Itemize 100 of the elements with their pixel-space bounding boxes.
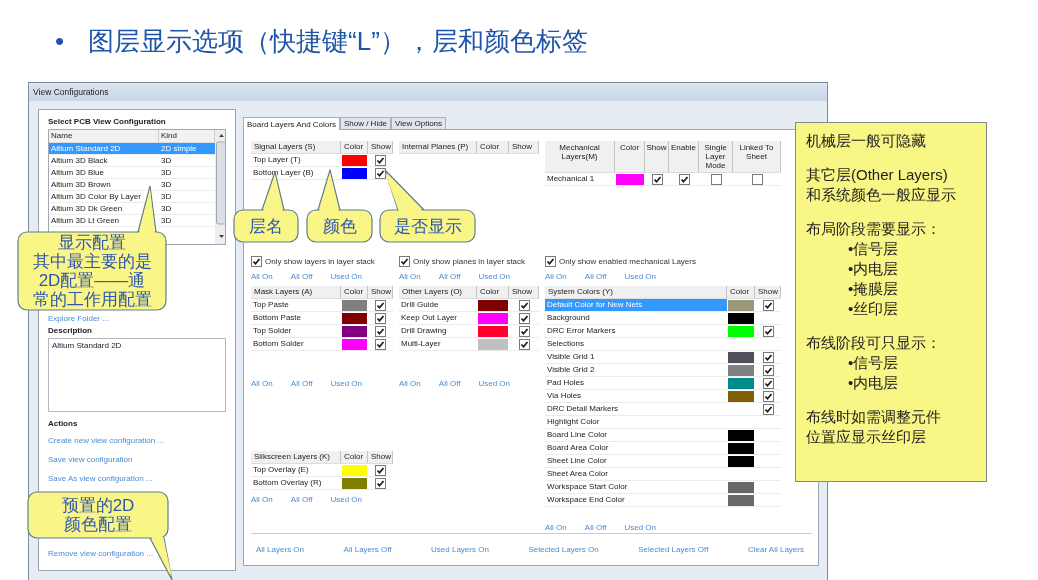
list-item[interactable]: Visible Grid 1 [545,351,727,363]
color-swatch[interactable] [342,312,367,324]
checkbox[interactable] [251,256,262,267]
color-swatch[interactable] [616,173,644,185]
tab[interactable]: Board Layers And Colors [243,117,340,130]
list-row[interactable]: Altium 3D Blue 3D [49,167,215,179]
link[interactable]: All Layers Off [343,545,392,554]
color-swatch[interactable] [728,390,754,402]
checkbox[interactable] [518,325,530,337]
link[interactable]: All Off [290,494,313,504]
list-item[interactable]: DRC Detail Markers [545,403,727,415]
link[interactable]: All On [399,378,421,388]
link[interactable]: Used On [624,271,656,281]
list-item[interactable]: Workspace Start Color [545,481,727,493]
color-swatch[interactable] [478,299,508,311]
list-item[interactable]: Selections [545,338,727,350]
link[interactable]: Used On [330,271,362,281]
color-swatch[interactable] [728,455,754,467]
color-swatch[interactable] [478,325,508,337]
color-swatch[interactable] [342,477,367,489]
list-item[interactable]: Background [545,312,727,324]
color-swatch[interactable] [342,167,367,179]
color-swatch[interactable] [728,494,754,506]
link[interactable]: Used On [478,378,510,388]
checkbox[interactable] [375,464,386,476]
color-swatch[interactable] [342,464,367,476]
link[interactable]: Selected Layers Off [638,545,709,554]
link[interactable]: Create new view configuration ... [48,436,226,445]
checkbox[interactable] [762,325,774,337]
link[interactable]: All On [399,271,421,281]
color-swatch[interactable] [728,377,754,389]
checkbox[interactable] [518,299,530,311]
list-item[interactable]: DRC Error Markers [545,325,727,337]
link[interactable]: Remove view configuration ... [48,549,226,558]
color-swatch[interactable] [478,338,508,350]
color-swatch[interactable] [728,299,754,311]
list-item[interactable]: Default Color for New Nets [545,299,727,311]
checkbox[interactable] [375,338,386,350]
link[interactable]: All Off [584,522,607,532]
color-swatch[interactable] [478,312,508,324]
link[interactable]: All On [251,378,273,388]
link[interactable]: All On [251,494,273,504]
link[interactable]: Explore Folder ... [48,314,226,323]
link[interactable]: All On [545,271,567,281]
tab[interactable]: Show / Hide [339,117,392,129]
list-item[interactable]: Sheet Line Color [545,455,727,467]
link[interactable]: Used On [624,522,656,532]
checkbox[interactable] [710,173,722,185]
color-swatch[interactable] [728,429,754,441]
checkbox[interactable] [678,173,690,185]
checkbox[interactable] [762,377,774,389]
checkbox[interactable] [375,477,386,489]
link[interactable]: Used On [330,494,362,504]
list-row[interactable]: Altium 3D Black 3D [49,155,215,167]
list-item[interactable]: Board Area Color [545,442,727,454]
link[interactable]: Used Layers On [431,545,489,554]
list-item[interactable]: Highlight Color [545,416,727,428]
link[interactable]: All Off [290,271,313,281]
checkbox[interactable] [751,173,763,185]
scrollbar[interactable] [215,130,225,244]
checkbox[interactable] [375,154,386,166]
color-swatch[interactable] [342,154,367,166]
list-item[interactable]: Board Line Color [545,429,727,441]
checkbox[interactable] [762,403,774,415]
link[interactable]: All Off [438,271,461,281]
color-swatch[interactable] [728,481,754,493]
color-swatch[interactable] [342,338,367,350]
tab[interactable]: View Options [391,117,447,129]
color-swatch[interactable] [728,325,754,337]
color-swatch[interactable] [342,325,367,337]
link[interactable]: Save As view configuration ... [48,474,226,483]
link[interactable]: Used On [478,271,510,281]
checkbox[interactable] [762,299,774,311]
list-row[interactable]: Altium Standard 2D 2D simple [49,143,215,155]
list-item[interactable]: Sheet Area Color [545,468,727,480]
link[interactable]: All Off [584,271,607,281]
link[interactable]: All On [545,522,567,532]
link[interactable]: All Layers On [256,545,305,554]
checkbox[interactable] [399,256,410,267]
link[interactable]: All On [251,271,273,281]
checkbox[interactable] [762,390,774,402]
link[interactable]: All Off [290,378,313,388]
link[interactable]: Used On [330,378,362,388]
color-swatch[interactable] [728,364,754,376]
checkbox[interactable] [375,167,386,179]
checkbox[interactable] [762,351,774,363]
link[interactable]: Clear All Layers [747,545,804,554]
checkbox[interactable] [545,256,556,267]
checkbox[interactable] [518,312,530,324]
list-item[interactable]: Pad Holes [545,377,727,389]
list-item[interactable]: Workspace End Color [545,494,727,506]
list-item[interactable]: Via Holes [545,390,727,402]
checkbox[interactable] [375,312,386,324]
checkbox[interactable] [651,173,663,185]
checkbox[interactable] [518,338,530,350]
checkbox[interactable] [375,325,386,337]
color-swatch[interactable] [728,312,754,324]
color-swatch[interactable] [342,299,367,311]
color-swatch[interactable] [728,442,754,454]
link[interactable]: All Off [438,378,461,388]
